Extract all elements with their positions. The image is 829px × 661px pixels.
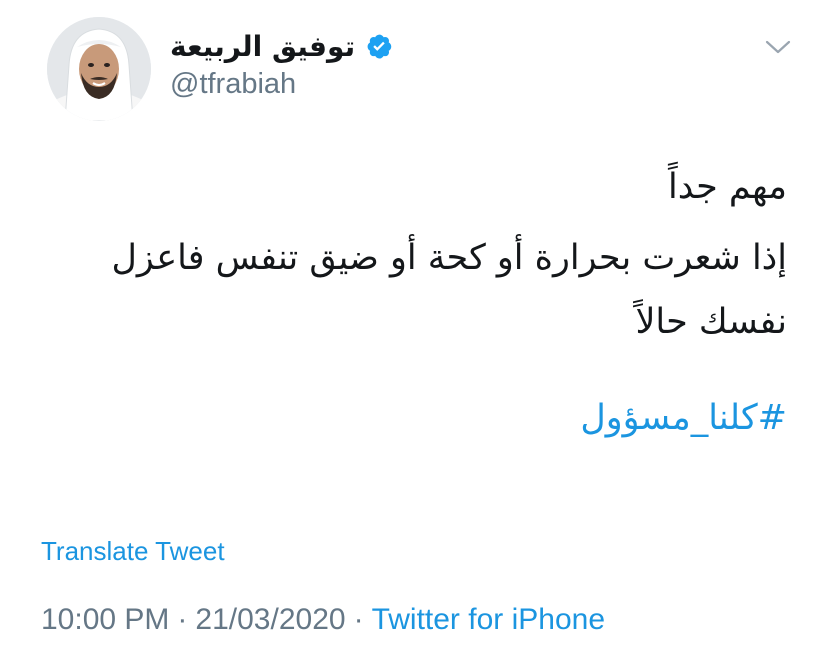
- tweet-time[interactable]: 10:00 PM: [41, 603, 169, 636]
- display-name[interactable]: توفيق الربيعة: [170, 30, 355, 63]
- tweet-text: مهم جداً إذا شعرت بحرارة أو كحة أو ضيق ت…: [27, 166, 787, 354]
- avatar[interactable]: [47, 17, 151, 121]
- verified-badge-icon: [365, 32, 393, 60]
- chevron-down-icon[interactable]: [765, 38, 791, 56]
- user-info[interactable]: توفيق الربيعة @tfrabiah: [170, 24, 470, 101]
- avatar-image: [47, 17, 151, 121]
- tweet-text-line: إذا شعرت بحرارة أو كحة أو ضيق تنفس فاعزل…: [111, 237, 787, 342]
- hashtag-link[interactable]: #كلنا_مسؤول: [580, 398, 787, 438]
- tweet-source-link[interactable]: Twitter for iPhone: [372, 603, 605, 636]
- user-handle[interactable]: @tfrabiah: [170, 68, 470, 101]
- tweet-text-line: مهم جداً: [667, 167, 787, 207]
- tweet-meta: 10:00 PM · 21/03/2020 · Twitter for iPhone: [41, 603, 605, 637]
- tweet-date[interactable]: 21/03/2020: [195, 603, 345, 636]
- name-row: توفيق الربيعة: [170, 24, 470, 68]
- meta-separator: ·: [353, 603, 364, 636]
- tweet-card: توفيق الربيعة @tfrabiah مهم جداً إذا شعر…: [0, 0, 829, 661]
- meta-separator: ·: [177, 603, 188, 636]
- translate-tweet-link[interactable]: Translate Tweet: [41, 536, 225, 567]
